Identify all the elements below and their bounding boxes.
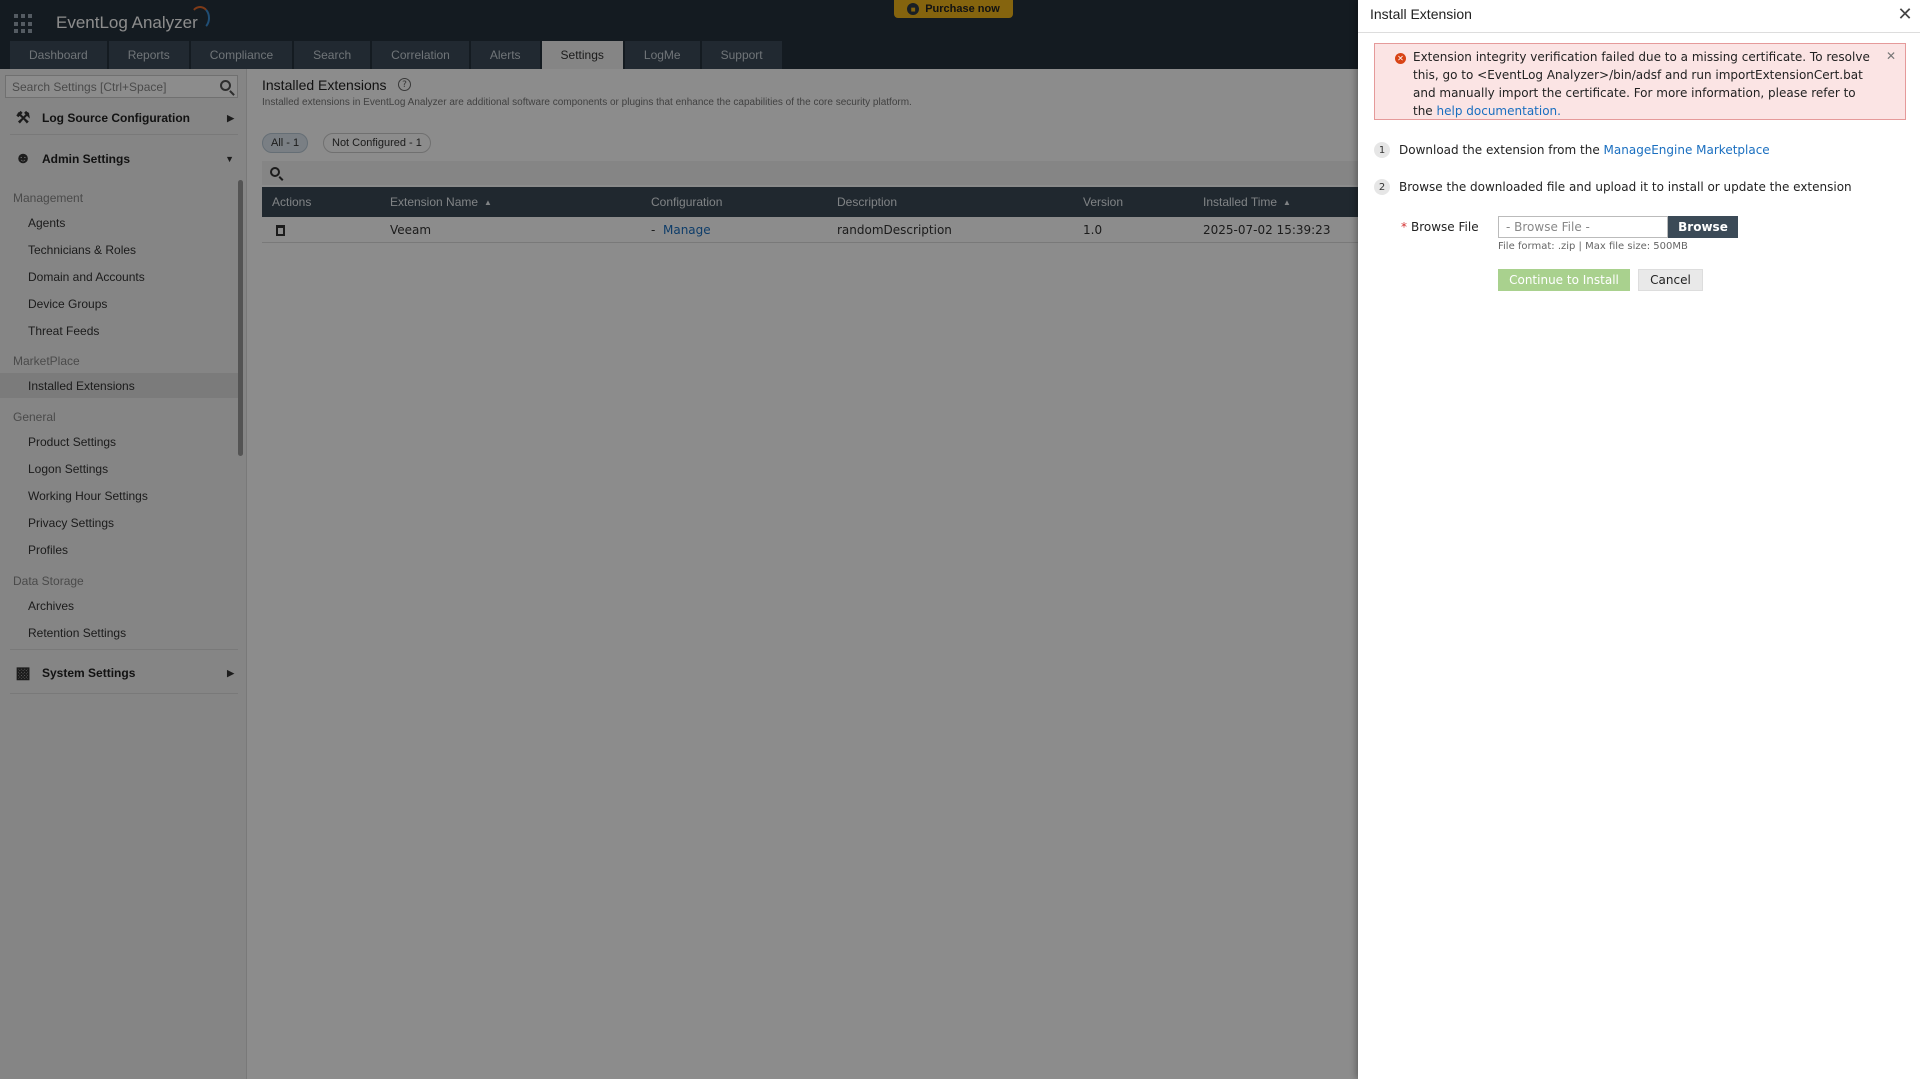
step-1-text: Download the extension from the — [1399, 143, 1600, 157]
step-1: 1 Download the extension from the Manage… — [1374, 142, 1770, 158]
step-2-number: 2 — [1374, 179, 1390, 195]
error-icon: ✕ — [1395, 53, 1406, 64]
help-documentation-link[interactable]: help documentation. — [1437, 104, 1561, 118]
divider — [1358, 32, 1920, 33]
browse-button[interactable]: Browse — [1668, 216, 1738, 238]
file-format-hint: File format: .zip | Max file size: 500MB — [1498, 241, 1688, 252]
browse-file-label-text: Browse File — [1411, 220, 1479, 234]
alert-message: Extension integrity verification failed … — [1413, 48, 1875, 120]
drawer-title: Install Extension — [1370, 6, 1472, 22]
alert-close-icon[interactable]: ✕ — [1886, 49, 1896, 63]
required-marker: * — [1401, 220, 1407, 234]
modal-backdrop[interactable] — [0, 0, 1358, 1079]
install-extension-drawer: Install Extension ✕ ✕ Extension integrit… — [1358, 0, 1920, 1079]
close-icon[interactable]: ✕ — [1896, 4, 1914, 25]
continue-to-install-button[interactable]: Continue to Install — [1498, 269, 1630, 291]
error-alert: ✕ Extension integrity verification faile… — [1374, 43, 1906, 120]
step-1-number: 1 — [1374, 142, 1390, 158]
browse-file-input[interactable]: - Browse File - — [1498, 216, 1668, 238]
step-2-text: Browse the downloaded file and upload it… — [1399, 180, 1852, 194]
browse-file-label: * Browse File — [1401, 220, 1479, 234]
marketplace-link[interactable]: ManageEngine Marketplace — [1604, 143, 1770, 157]
cancel-button[interactable]: Cancel — [1638, 269, 1703, 291]
step-2: 2 Browse the downloaded file and upload … — [1374, 179, 1852, 195]
